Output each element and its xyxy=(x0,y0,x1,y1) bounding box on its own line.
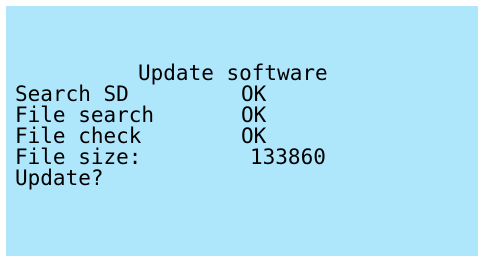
device-screen: Update software Search SD OK File search… xyxy=(6,6,478,256)
file-size-value: 133860 xyxy=(250,145,326,169)
screen-title: Update software xyxy=(138,61,328,85)
status-label: File check xyxy=(15,124,142,148)
status-value: OK xyxy=(241,103,267,127)
update-prompt-text: Update? xyxy=(15,166,104,190)
status-value: OK xyxy=(241,82,267,106)
status-value: OK xyxy=(241,124,267,148)
status-label: File search xyxy=(15,103,155,127)
status-label: File size: xyxy=(15,145,142,169)
status-label: Search SD xyxy=(15,82,129,106)
